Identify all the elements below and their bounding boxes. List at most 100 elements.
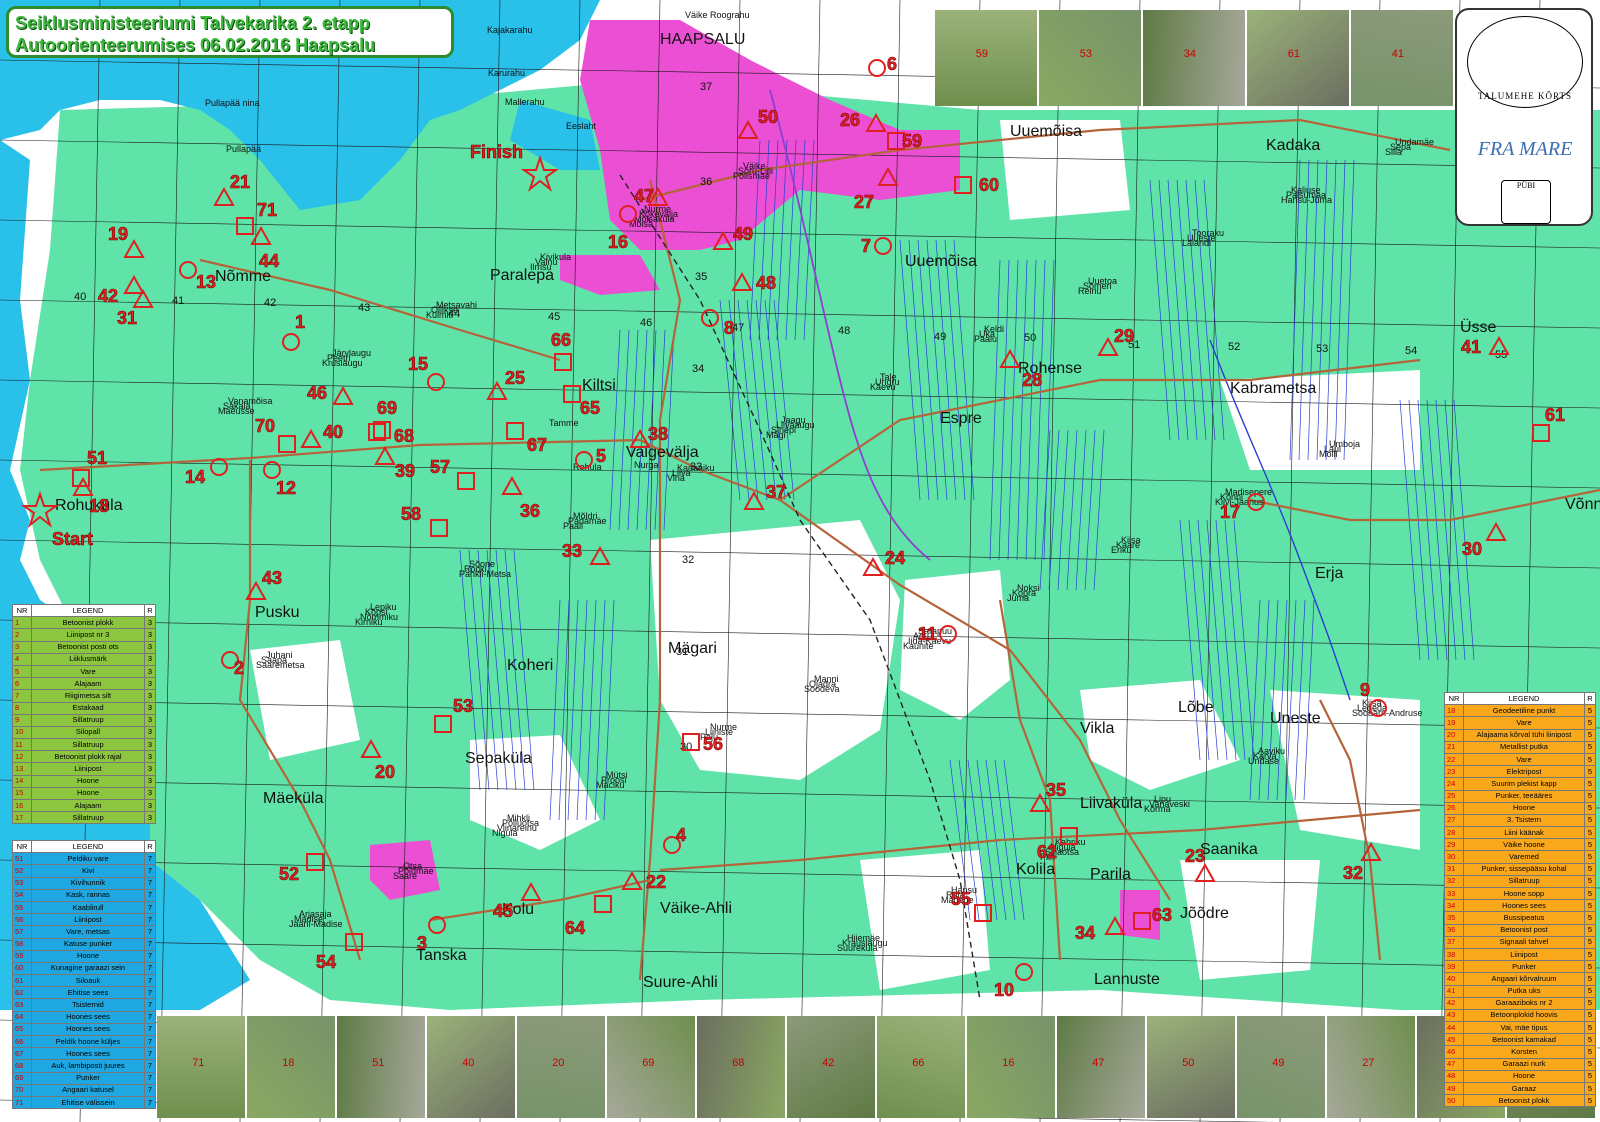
control-photo: 18 — [247, 1016, 337, 1118]
legend-points-cell: 5 — [1584, 801, 1596, 815]
control-number-label: 30 — [1462, 539, 1482, 559]
legend-nr-cell: 65 — [12, 1022, 32, 1037]
legend-nr-cell: 59 — [12, 949, 32, 963]
grid-number-label: 42 — [264, 297, 276, 309]
control-photo-label: 68 — [732, 1056, 745, 1069]
legend-points-cell: 7 — [144, 1047, 156, 1061]
legend-header-r: R — [144, 839, 156, 854]
place-label-small: Laiandi — [1182, 238, 1211, 248]
place-label-large: Kadaka — [1266, 137, 1320, 154]
legend-row: 6 Alajaam 3 — [12, 677, 156, 691]
legend-points-cell: 5 — [1584, 765, 1596, 779]
grid-number-label: 35 — [695, 271, 707, 283]
control-photo-label: 66 — [912, 1056, 925, 1069]
legend-points-cell: 5 — [1584, 777, 1596, 791]
legend-header-nr: NR — [1444, 691, 1464, 706]
legend-row: 22 Vare 5 — [1444, 752, 1596, 767]
legend-nr-cell: 42 — [1444, 996, 1464, 1010]
legend-description-cell: Sillatruup — [31, 738, 145, 752]
control-photo: 41 — [1351, 10, 1455, 106]
legend-description-cell: Garaaz — [1463, 1081, 1585, 1096]
control-number-label: 44 — [259, 251, 279, 271]
control-number-label: 8 — [724, 318, 734, 338]
legend-description-cell: Bussipeatus — [1463, 911, 1585, 925]
legend-points-cell: 3 — [144, 750, 156, 764]
control-number-label: 39 — [395, 461, 415, 481]
legend-description-cell: Kask, rannas — [31, 888, 145, 902]
grid-number-label: 45 — [548, 311, 560, 323]
place-label-small: Paalu — [974, 334, 997, 344]
legend-points-cell: 3 — [144, 725, 156, 740]
control-number-label: 14 — [185, 467, 205, 487]
legend-row: 16 Alajaam 3 — [12, 798, 156, 813]
place-label-small: Maeusse — [218, 406, 255, 416]
legend-points-cell: 3 — [144, 677, 156, 691]
place-label-small: Paali — [563, 521, 583, 531]
place-label-large: Väike-Ahli — [660, 900, 732, 917]
control-number-label: 55 — [951, 889, 971, 909]
legend-description-cell: Vare, metsas — [31, 925, 145, 939]
legend-description-cell: Alajaam — [31, 677, 145, 691]
place-label-large: Saanika — [1200, 841, 1258, 858]
control-number-label: 62 — [1037, 842, 1057, 862]
control-number-label: 32 — [1343, 863, 1363, 883]
legend-row: 51 Peldiku vare 7 — [12, 852, 156, 866]
legend-points-cell: 5 — [1584, 740, 1596, 754]
place-label-small: Mallerahu — [505, 97, 545, 107]
legend-header-r: R — [144, 603, 156, 618]
legend-description-cell: Auk, lambiposti juures — [31, 1059, 145, 1073]
legend-table-orange: NR LEGEND R 18 Geodeetiline punkt 5 19 Vare 5 20 A… — [1444, 691, 1596, 1108]
control-number-label: 53 — [453, 696, 473, 716]
legend-points-cell: 5 — [1584, 899, 1596, 913]
place-label-small: Kõrma — [1144, 804, 1171, 814]
legend-nr-cell: 60 — [12, 961, 32, 976]
legend-row: 54 Kask, rannas 7 — [12, 888, 156, 902]
legend-row: 29 Väike hoone 5 — [1444, 838, 1596, 852]
control-photo: 71 — [157, 1016, 247, 1118]
map-canvas: HAAPSALUParalepaUuemõisaRohenseKiltsiVal… — [0, 0, 1600, 1122]
legend-row: 63 Tsisternid 7 — [12, 998, 156, 1012]
legend-row: 4 Liiklusmärk 3 — [12, 652, 156, 666]
legend-nr-cell: 2 — [12, 628, 32, 642]
control-number-label: 68 — [394, 426, 414, 446]
legend-row: 43 Betoonplokid hoovis 5 — [1444, 1008, 1596, 1023]
legend-description-cell: Liinipost — [31, 762, 145, 776]
legend-description-cell: Liinipost — [1463, 947, 1585, 962]
legend-nr-cell: 45 — [1444, 1033, 1464, 1047]
legend-nr-cell: 48 — [1444, 1069, 1464, 1084]
place-label-small: Suurekula — [837, 943, 878, 953]
control-number-label: 71 — [257, 200, 277, 220]
legend-row: 33 Hoone sopp 5 — [1444, 886, 1596, 901]
legend-points-cell: 7 — [144, 1071, 156, 1085]
legend-nr-cell: 36 — [1444, 923, 1464, 937]
legend-nr-cell: 31 — [1444, 862, 1464, 876]
control-number-label: 34 — [1075, 923, 1095, 943]
legend-row: 66 Peldik hoone küljes 7 — [12, 1034, 156, 1049]
place-label-small: Soodeva — [804, 684, 840, 694]
grid-number-label: 30 — [680, 741, 692, 753]
place-label-large: Lõbe — [1178, 699, 1214, 716]
grid-number-label: 54 — [1405, 345, 1417, 357]
place-label-small: Kajakarahu — [487, 25, 533, 35]
legend-header-nr: NR — [12, 603, 32, 618]
legend-row: 20 Alajaama kõrval tühi liinipost 5 — [1444, 728, 1596, 742]
legend-row: 45 Betoonist kamakad 5 — [1444, 1033, 1596, 1047]
legend-description-cell: 3. Tsistern — [1463, 813, 1585, 828]
control-number-label: 47 — [634, 186, 654, 206]
control-photo: 47 — [1057, 1016, 1147, 1118]
legend-nr-cell: 71 — [12, 1095, 32, 1110]
legend-points-cell: 7 — [144, 1022, 156, 1037]
legend-header-row: NR LEGEND R — [12, 603, 156, 618]
control-number-label: 20 — [375, 762, 395, 782]
control-photo-label: 69 — [642, 1056, 655, 1069]
legend-row: 7 Riigimetsa silt 3 — [12, 689, 156, 703]
legend-points-cell: 3 — [144, 786, 156, 801]
control-photo: 66 — [877, 1016, 967, 1118]
place-label-large: Erja — [1315, 565, 1344, 582]
place-label-small: Nigula — [492, 828, 518, 838]
legend-description-cell: Ehitise välissein — [31, 1095, 145, 1110]
control-number-label: 5 — [596, 446, 606, 466]
map-title-line1: Seiklusministeeriumi Talvekarika 2. etap… — [15, 13, 370, 33]
legend-description-cell: Väike hoone — [1463, 838, 1585, 852]
legend-header-legend: LEGEND — [31, 603, 145, 618]
